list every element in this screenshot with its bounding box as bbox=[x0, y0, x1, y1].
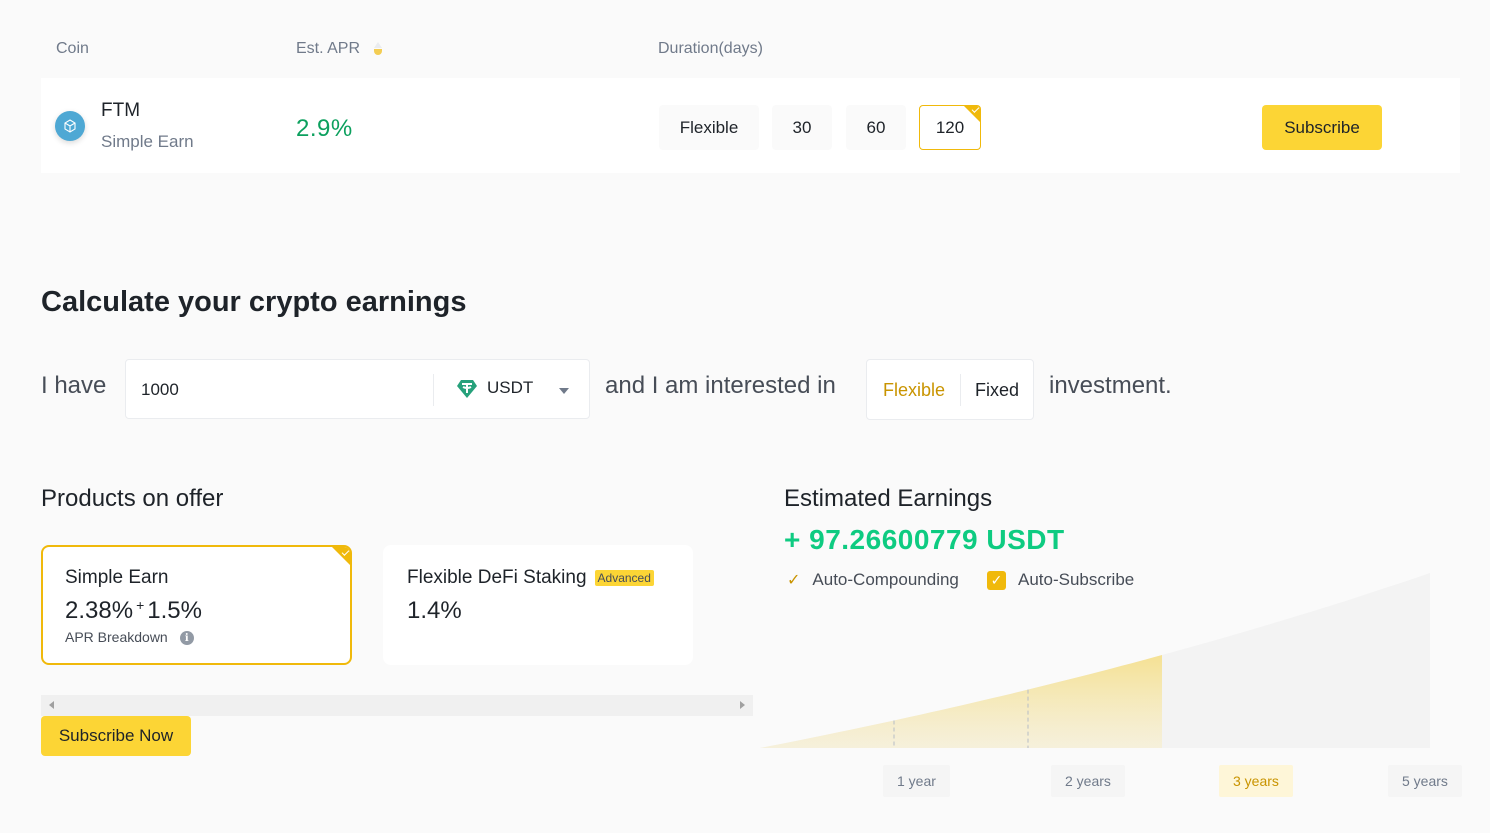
selected-check-icon bbox=[332, 547, 350, 565]
column-header-coin: Coin bbox=[56, 40, 89, 57]
x-tick-1-year[interactable]: 1 year bbox=[883, 765, 950, 797]
fantom-logo-icon bbox=[55, 111, 85, 141]
x-tick-3-years[interactable]: 3 years bbox=[1219, 765, 1293, 797]
product-name: Simple Earn bbox=[65, 567, 169, 588]
amount-input[interactable]: 1000 USDT bbox=[125, 359, 590, 419]
type-option-fixed[interactable]: Fixed bbox=[975, 380, 1019, 401]
product-card-simple-earn[interactable]: Simple Earn 2.38% +1.5% APR Breakdown i bbox=[41, 545, 352, 665]
product-apr: 1.4% bbox=[407, 597, 462, 624]
apr-breakdown[interactable]: APR Breakdown i bbox=[65, 629, 194, 646]
x-tick-2-years[interactable]: 2 years bbox=[1051, 765, 1125, 797]
advanced-badge: Advanced bbox=[594, 569, 654, 586]
coin-name: FTM bbox=[101, 100, 141, 121]
calculator-title: Calculate your crypto earnings bbox=[41, 286, 467, 318]
products-title: Products on offer bbox=[41, 485, 224, 512]
earnings-title: Estimated Earnings bbox=[784, 485, 993, 512]
product-card-defi-staking[interactable]: Flexible DeFi Staking Advanced 1.4% bbox=[383, 545, 693, 665]
apr-plus: + bbox=[136, 597, 145, 613]
duration-option-30[interactable]: 30 bbox=[772, 105, 832, 150]
product-name: Flexible DeFi Staking Advanced bbox=[407, 567, 654, 589]
subscribe-button[interactable]: Subscribe bbox=[1262, 105, 1382, 150]
selected-check-icon bbox=[964, 106, 980, 122]
sentence-suffix: investment. bbox=[1049, 372, 1172, 399]
tether-icon bbox=[456, 379, 478, 404]
amount-value[interactable]: 1000 bbox=[141, 380, 179, 400]
investment-type-toggle: Flexible Fixed bbox=[866, 359, 1034, 420]
asset-select[interactable]: USDT bbox=[487, 378, 533, 398]
scroll-right-icon[interactable] bbox=[740, 701, 745, 709]
area-selected bbox=[760, 655, 1162, 748]
divider bbox=[433, 374, 434, 406]
horizontal-scrollbar[interactable] bbox=[41, 695, 753, 716]
column-header-apr-label: Est. APR bbox=[296, 40, 361, 57]
product-type: Simple Earn bbox=[101, 132, 194, 151]
duration-option-flexible[interactable]: Flexible bbox=[659, 105, 759, 150]
apr-bonus: 1.5% bbox=[147, 597, 202, 624]
scroll-left-icon[interactable] bbox=[49, 701, 54, 709]
product-name-label: Flexible DeFi Staking bbox=[407, 567, 587, 588]
subscribe-now-button[interactable]: Subscribe Now bbox=[41, 716, 191, 756]
apr-base: 2.38% bbox=[65, 597, 134, 624]
est-apr-value: 2.9% bbox=[296, 115, 353, 142]
column-header-duration: Duration(days) bbox=[658, 40, 763, 57]
sentence-middle: and I am interested in bbox=[605, 372, 836, 399]
earnings-chart bbox=[760, 573, 1430, 748]
column-header-apr[interactable]: Est. APR bbox=[296, 40, 383, 58]
sort-icon[interactable] bbox=[374, 41, 383, 56]
apr-breakdown-label: APR Breakdown bbox=[65, 629, 168, 645]
product-row: FTM Simple Earn 2.9% Flexible 30 60 120 … bbox=[41, 78, 1460, 173]
duration-option-120[interactable]: 120 bbox=[919, 105, 981, 150]
sentence-prefix: I have bbox=[41, 372, 107, 399]
type-option-flexible[interactable]: Flexible bbox=[883, 380, 945, 401]
duration-option-60[interactable]: 60 bbox=[846, 105, 906, 150]
divider bbox=[960, 374, 961, 406]
earnings-value: + 97.26600779 USDT bbox=[784, 524, 1065, 555]
x-tick-5-years[interactable]: 5 years bbox=[1388, 765, 1462, 797]
chevron-down-icon[interactable] bbox=[559, 388, 569, 394]
product-apr: 2.38% +1.5% bbox=[65, 597, 202, 625]
info-icon[interactable]: i bbox=[179, 631, 194, 646]
duration-label: 120 bbox=[935, 117, 965, 137]
